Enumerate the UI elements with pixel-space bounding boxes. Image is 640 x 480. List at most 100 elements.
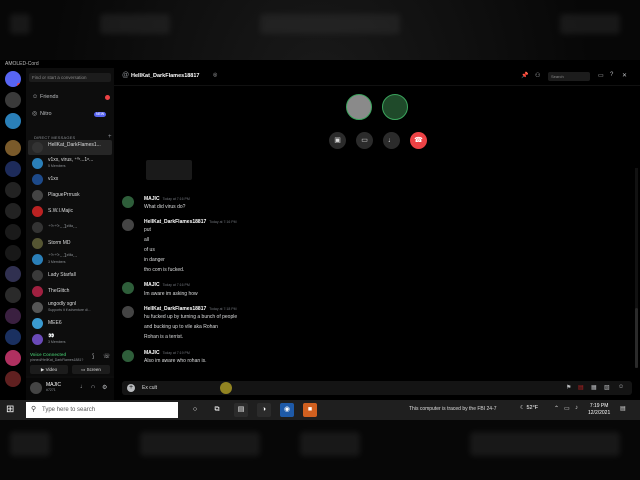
dm-item[interactable]: v1xx, virus, ⁺⁰ʳ...1ᶦʳ... 5 Members — [28, 156, 112, 171]
blurred-backdrop-bottom — [0, 420, 640, 480]
tray-chevron-icon[interactable]: ⌃ — [554, 405, 559, 412]
dm-item[interactable]: HellKat_DarkFlames1... — [28, 140, 112, 155]
close-icon[interactable]: ✕ — [622, 72, 627, 79]
screen-share-button[interactable]: ▭ Screen — [72, 365, 110, 374]
dm-item[interactable]: TheGlitch — [28, 284, 112, 299]
noise-suppression-icon[interactable]: ⟆ — [92, 353, 94, 360]
server-icon[interactable] — [5, 308, 21, 324]
add-friend-icon[interactable]: ⚇ — [535, 72, 540, 79]
chat-scrollbar[interactable] — [635, 168, 638, 368]
disconnect-icon[interactable]: ☏ — [103, 353, 111, 360]
conversation-search[interactable]: Find or start a conversation — [29, 73, 111, 82]
user-avatar[interactable] — [30, 382, 42, 394]
dm-item[interactable]: Storm MD — [28, 236, 112, 251]
dm-item[interactable]: ⁺⁰ʳ⁺⁰ʳ...1ᶦʳᴹᵃ... 3 Members — [28, 252, 112, 267]
camera-button[interactable]: ▣ — [329, 132, 346, 149]
home-button[interactable] — [5, 71, 21, 87]
author-avatar[interactable] — [122, 306, 134, 318]
author-name[interactable]: MAJIC — [144, 282, 160, 288]
share-screen-button[interactable]: ▭ — [356, 132, 373, 149]
video-button[interactable]: ▶ Video — [30, 365, 68, 374]
author-avatar[interactable] — [122, 219, 134, 231]
server-folder-icon[interactable] — [5, 329, 21, 345]
screen-share-icon: ▭ — [361, 137, 368, 144]
upload-plus-icon[interactable]: + — [127, 384, 135, 392]
call-participant-avatar[interactable] — [346, 94, 372, 120]
server-icon[interactable] — [5, 92, 21, 108]
server-icon[interactable] — [5, 113, 21, 129]
mute-button[interactable]: ♩ — [383, 132, 400, 149]
timestamp: Today at 7:18 PM — [209, 307, 237, 311]
emoji-icon[interactable]: ☺ — [618, 384, 624, 390]
server-icon[interactable] — [5, 224, 21, 240]
voice-channel[interactable]: pinned/HellKat_DarkFlames1881? — [30, 358, 83, 362]
dm-item[interactable]: S.W.I.Majic — [28, 204, 112, 219]
dm-item[interactable]: ⁺⁰ʳ⁺⁰ʳ...1ᶦʳᴹᵃ... — [28, 220, 112, 235]
call-participant-avatar[interactable] — [382, 94, 408, 120]
server-icon[interactable] — [5, 140, 21, 156]
author-avatar[interactable] — [122, 196, 134, 208]
weather-widget[interactable]: ☾ 52°F — [520, 405, 538, 411]
server-icon[interactable] — [5, 182, 21, 198]
dm-item[interactable]: MEE6 — [28, 316, 112, 331]
author-name[interactable]: HellKat_DarkFlames18817 — [144, 306, 206, 312]
hang-up-button[interactable]: ☎ — [410, 132, 427, 149]
app-title: AMOLED-Cord — [5, 61, 39, 67]
dm-item[interactable]: PlaguePrrrusk — [28, 188, 112, 203]
server-icon[interactable] — [5, 266, 21, 282]
taskbar-search[interactable]: ⚲ Type here to search — [26, 402, 178, 418]
task-view-icon[interactable]: ⧉ — [210, 403, 224, 417]
pinned-icon[interactable]: 📌 — [521, 72, 528, 79]
author-name[interactable]: MAJIC — [144, 350, 160, 356]
timestamp: Today at 7:16 PM — [162, 283, 190, 287]
chat-search[interactable]: Search — [548, 72, 590, 81]
dm-item[interactable]: Lady Starfall — [28, 268, 112, 283]
mute-mic-icon[interactable]: ♩ — [80, 384, 86, 390]
dm-item[interactable]: ungodly sgnl Supports it if adventure di… — [28, 300, 112, 315]
taskbar-app-icon[interactable]: ◑ — [257, 403, 271, 417]
dm-item[interactable]: 👀 3 Members — [28, 332, 112, 347]
server-folder-icon[interactable] — [5, 161, 21, 177]
author-name[interactable]: MAJIC — [144, 196, 160, 202]
server-icon[interactable] — [5, 350, 21, 366]
server-icon[interactable] — [5, 287, 21, 303]
notifications-icon[interactable]: ▤ — [620, 405, 626, 412]
scrollbar-thumb[interactable] — [635, 308, 638, 368]
settings-gear-icon[interactable]: ⚙ — [102, 384, 107, 391]
embed-thumbnail[interactable] — [146, 160, 192, 180]
server-icon[interactable] — [5, 245, 21, 261]
friends-link[interactable]: ☺ Friends — [32, 92, 58, 102]
gif-picker-icon[interactable]: ▦ — [591, 384, 597, 391]
windows-taskbar: ⊞ ⚲ Type here to search ○ ⧉ ▤ ◑ ◉ ■ This… — [0, 400, 640, 420]
author-avatar[interactable] — [122, 282, 134, 294]
message-text: and bucking up to vile aka Rohan — [144, 324, 218, 330]
taskbar-app-icon[interactable]: ■ — [303, 403, 317, 417]
message-composer[interactable]: + Ex cult ⚑ ▤ ▦ ▧ ☺ — [122, 381, 632, 395]
help-icon[interactable]: ? — [610, 72, 613, 78]
timestamp: Today at 7:16 PM — [162, 197, 190, 201]
taskbar-app-icon[interactable]: ▤ — [234, 403, 248, 417]
taskbar-app-icon[interactable]: ◉ — [280, 403, 294, 417]
message-input[interactable]: Ex cult — [142, 385, 157, 391]
gif-icon[interactable]: ▤ — [578, 384, 584, 391]
blurred-backdrop-top — [0, 0, 640, 60]
nitro-link[interactable]: ◎ Nitro — [32, 109, 52, 119]
sticker-icon[interactable]: ▧ — [604, 384, 610, 391]
cortana-icon[interactable]: ○ — [188, 403, 202, 417]
taskbar-clock[interactable]: 7:19 PM 12/2/2021 — [588, 403, 610, 417]
server-icon[interactable] — [5, 203, 21, 219]
volume-icon[interactable]: ♪ — [575, 405, 578, 411]
deafen-icon[interactable]: ∩ — [91, 384, 95, 390]
avatar — [32, 190, 43, 201]
windows-start-icon[interactable]: ⊞ — [6, 404, 14, 416]
server-icon[interactable] — [5, 371, 21, 387]
author-avatar[interactable] — [122, 350, 134, 362]
author-name[interactable]: HellKat_DarkFlames18817 — [144, 219, 206, 225]
gift-icon[interactable]: ⚑ — [566, 384, 571, 391]
friends-badge — [105, 95, 110, 100]
friends-icon: ☺ — [32, 94, 39, 100]
nitro-icon: ◎ — [32, 111, 38, 117]
network-icon[interactable]: ▭ — [564, 405, 570, 412]
dm-item[interactable]: v1xx — [28, 172, 112, 187]
inbox-icon[interactable]: ▭ — [598, 72, 604, 79]
